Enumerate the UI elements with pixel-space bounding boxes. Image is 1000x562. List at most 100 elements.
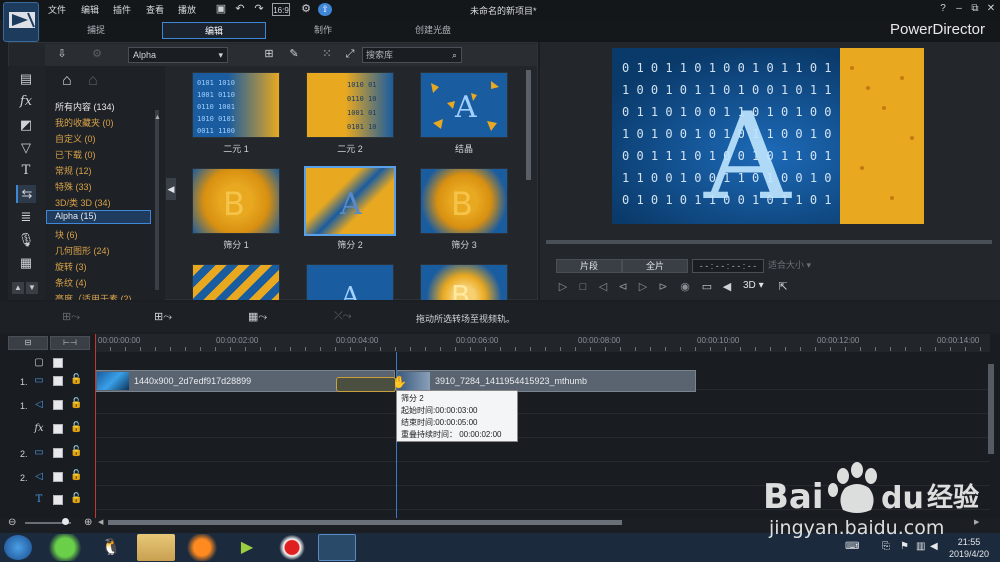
category-item[interactable]: 所有内容 (134): [55, 100, 115, 113]
subtitle-icon[interactable]: ▭: [700, 280, 714, 294]
close-button[interactable]: ✕: [984, 3, 998, 16]
transition-thumbnail-selected[interactable]: A: [304, 166, 396, 236]
track-enable-checkbox[interactable]: [53, 376, 63, 386]
audio-mixing-icon[interactable]: ≣: [16, 208, 36, 226]
transition-thumbnail[interactable]: [192, 264, 280, 300]
title-room-icon[interactable]: T: [16, 162, 36, 180]
chapter-icon[interactable]: ▦: [16, 254, 36, 272]
maximize-button[interactable]: ⧉: [968, 3, 982, 16]
fit-timeline-button[interactable]: ⊢⊣: [50, 336, 90, 350]
collapse-panel-button[interactable]: ◀: [166, 178, 176, 200]
tray-keyboard-icon[interactable]: ⌨: [845, 541, 859, 552]
track-enable-checkbox[interactable]: [53, 472, 63, 482]
track-enable-checkbox[interactable]: [53, 424, 63, 434]
category-item[interactable]: 条纹 (4): [55, 276, 87, 289]
transition-room-icon[interactable]: ⇆: [16, 185, 36, 203]
zoom-slider-thumb[interactable]: [62, 518, 69, 525]
edit-icon[interactable]: ✎: [287, 48, 301, 61]
taskbar-app-qq-icon[interactable]: 🐧: [92, 534, 130, 561]
category-item[interactable]: 亮度（适用于素 (2): [55, 292, 132, 300]
taskbar-app-record-icon[interactable]: [273, 534, 311, 561]
volume-icon[interactable]: ◀: [720, 280, 734, 294]
category-scrollbar[interactable]: [155, 110, 159, 290]
category-item[interactable]: 3D/类 3D (34): [55, 196, 111, 209]
category-item[interactable]: 常规 (12): [55, 164, 92, 177]
category-item[interactable]: 特殊 (33): [55, 180, 92, 193]
next-frame-icon[interactable]: ▷: [636, 280, 650, 294]
taskbar-app-explorer-icon[interactable]: [137, 534, 175, 561]
scroll-up-icon[interactable]: ▲: [12, 282, 24, 294]
taskbar-app-firefox-icon[interactable]: [183, 534, 221, 561]
add-to-timeline-icon[interactable]: ⊞: [262, 48, 276, 61]
transition-thumbnail[interactable]: 1010 01 0110 10 1001 01 0101 10: [306, 72, 394, 138]
category-item[interactable]: 我的收藏夹 (0): [55, 116, 114, 129]
video-clip[interactable]: 3910_7284_1411954415923_mthumb: [396, 370, 696, 392]
fx-track[interactable]: [95, 416, 990, 438]
undock-icon[interactable]: ⇱: [776, 280, 790, 294]
category-item[interactable]: 块 (6): [55, 228, 78, 241]
lock-icon[interactable]: 🔓: [70, 446, 82, 457]
category-item[interactable]: 已下载 (0): [55, 148, 96, 161]
track-manager-button[interactable]: ⊟: [8, 336, 48, 350]
taskbar-app-powerdirector-icon[interactable]: [318, 534, 356, 561]
menu-view[interactable]: 查看: [146, 3, 164, 16]
lock-icon[interactable]: 🔓: [70, 493, 82, 504]
audio-track-1[interactable]: [95, 392, 990, 414]
tray-flag-icon[interactable]: ⚑: [900, 541, 909, 552]
preview-seekbar[interactable]: [546, 240, 992, 244]
tab-create-disc[interactable]: 创建光盘: [382, 22, 484, 39]
snapshot-icon[interactable]: ◉: [678, 280, 692, 294]
timeline-vertical-scrollbar[interactable]: [988, 364, 994, 454]
save-icon[interactable]: ▣: [214, 3, 228, 16]
menu-plugins[interactable]: 插件: [113, 3, 131, 16]
lock-icon[interactable]: 🔓: [70, 422, 82, 433]
search-input[interactable]: 搜索库 ⌕: [362, 47, 462, 63]
timeline-horizontal-scrollbar[interactable]: [108, 520, 622, 525]
transition-thumbnail[interactable]: B: [420, 264, 508, 300]
tray-usb-icon[interactable]: ⎘: [882, 541, 890, 552]
filter-select[interactable]: Alpha ▾: [128, 47, 228, 63]
lock-icon[interactable]: 🔓: [70, 470, 82, 481]
settings-gear-icon[interactable]: ⚙: [299, 3, 313, 16]
lock-icon[interactable]: 🔓: [70, 374, 82, 385]
upgrade-icon[interactable]: ⇧: [318, 3, 332, 16]
taskbar-app-player-icon[interactable]: ▶: [228, 534, 266, 561]
aspect-ratio-icon[interactable]: 16:9: [272, 3, 290, 16]
previous-frame-icon[interactable]: ◁: [596, 280, 610, 294]
prev-icon[interactable]: ⊲: [616, 280, 630, 294]
clip-mode-button[interactable]: 片段: [556, 259, 622, 273]
fast-forward-icon[interactable]: ⊳: [656, 280, 670, 294]
timecode-field[interactable]: - - : - - : - - : - -: [692, 259, 764, 273]
transition-block[interactable]: [336, 377, 396, 392]
zoom-out-icon[interactable]: ⊖: [8, 517, 16, 528]
transition-thumbnail[interactable]: A: [420, 72, 508, 138]
grid-scrollbar[interactable]: [526, 70, 531, 180]
tab-capture[interactable]: 捕捉: [45, 22, 147, 39]
category-item-selected[interactable]: Alpha (15): [46, 210, 151, 224]
transition-thumbnail[interactable]: B: [420, 168, 508, 234]
tab-produce[interactable]: 制作: [272, 22, 374, 39]
start-button[interactable]: [4, 535, 32, 560]
pip-room-icon[interactable]: ◩: [16, 116, 36, 134]
track-enable-checkbox[interactable]: [53, 495, 63, 505]
scroll-left-icon[interactable]: ◀: [98, 518, 103, 526]
import-icon[interactable]: ⇩: [55, 48, 69, 61]
help-button[interactable]: ?: [936, 3, 950, 16]
menu-edit[interactable]: 编辑: [81, 3, 99, 16]
menu-playback[interactable]: 播放: [178, 3, 196, 16]
track-enable-checkbox[interactable]: [53, 400, 63, 410]
grid-view-icon[interactable]: ⁙: [320, 48, 334, 61]
lock-icon[interactable]: 🔓: [70, 398, 82, 409]
media-room-icon[interactable]: ▤: [16, 70, 36, 88]
fx-room-icon[interactable]: fx: [16, 93, 36, 111]
movie-mode-button[interactable]: 全片: [622, 259, 688, 273]
transition-thumbnail[interactable]: A: [306, 264, 394, 300]
tag-add-icon[interactable]: ⌂: [62, 72, 72, 90]
menu-file[interactable]: 文件: [48, 3, 66, 16]
3d-mode-button[interactable]: 3D ▾: [743, 280, 764, 291]
scroll-down-icon[interactable]: ▼: [26, 282, 38, 294]
toggle-all-icon[interactable]: ▢: [33, 357, 45, 369]
track-enable-checkbox[interactable]: [53, 448, 63, 458]
particle-room-icon[interactable]: ▽: [16, 139, 36, 157]
zoom-select[interactable]: 适合大小 ▾: [768, 259, 824, 273]
